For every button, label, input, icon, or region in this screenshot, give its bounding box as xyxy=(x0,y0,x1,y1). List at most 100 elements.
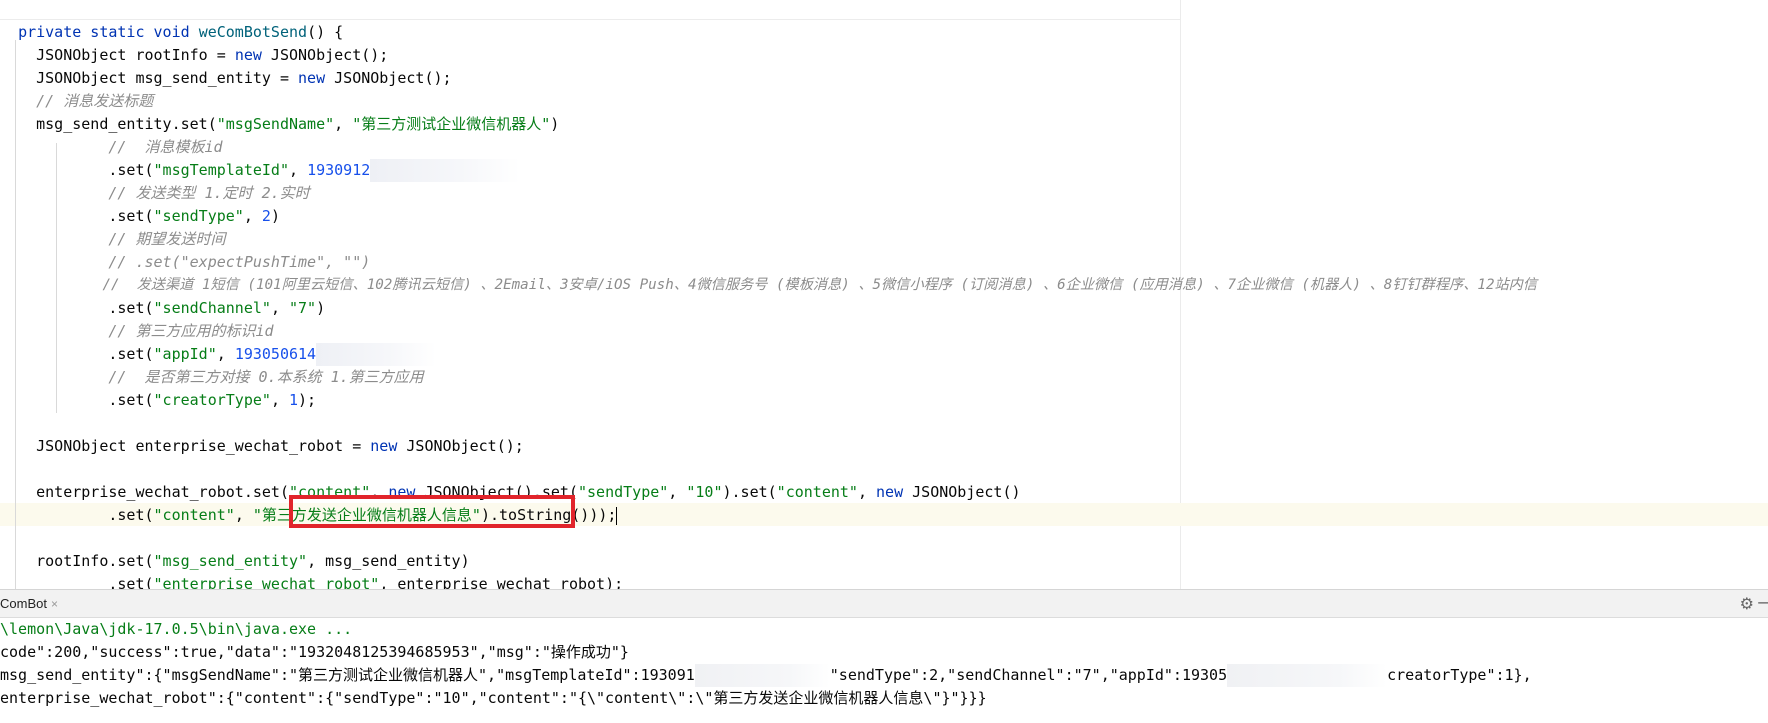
code-comment[interactable]: // 消息模板id xyxy=(0,136,222,159)
string-token: "msg_send_entity" xyxy=(153,552,308,570)
console-output-line: code":200,"success":true,"data":"1932048… xyxy=(0,643,629,661)
keyword-token: private static void xyxy=(18,23,199,41)
string-token: "sendType" xyxy=(153,207,244,225)
console-token: creatorType":1}, xyxy=(1387,666,1532,684)
run-tab-label: ComBot xyxy=(0,596,47,611)
code-token: , xyxy=(270,391,289,409)
code-token: , xyxy=(243,207,262,225)
redacted-value xyxy=(370,159,521,182)
code-comment[interactable]: // .set("expectPushTime", "") xyxy=(0,251,370,274)
code-line[interactable]: .set("msgTemplateId", 1930912 xyxy=(0,159,521,182)
string-token: "appId" xyxy=(153,345,217,363)
code-token: , xyxy=(668,483,687,501)
code-token: .set( xyxy=(0,345,154,363)
close-icon[interactable]: × xyxy=(51,597,58,611)
code-token: () { xyxy=(307,23,344,41)
code-token: .set( xyxy=(0,161,154,179)
code-token: msg_send_entity.set( xyxy=(0,115,217,133)
string-token: "content" xyxy=(776,483,858,501)
code-line[interactable]: rootInfo.set("msg_send_entity", msg_send… xyxy=(0,550,470,573)
code-token: enterprise_wechat_robot.set( xyxy=(0,483,289,501)
string-token: "msgTemplateId" xyxy=(153,161,289,179)
run-tab[interactable]: ComBot × xyxy=(0,590,58,617)
string-token: "sendChannel" xyxy=(153,299,271,317)
code-token: .set( xyxy=(0,299,154,317)
code-comment[interactable]: // 发送渠道 1短信 (101阿里云短信、102腾讯云短信) 、2Email、… xyxy=(0,274,1537,297)
highlight-annotation-box xyxy=(289,495,575,528)
keyword-token: new xyxy=(370,437,398,455)
minus-icon[interactable]: − xyxy=(1757,593,1768,612)
code-token: JSONObject(); xyxy=(397,437,524,455)
code-token: JSONObject enterprise_wechat_robot = xyxy=(0,437,371,455)
string-token: "第三方测试企业微信机器人" xyxy=(352,115,551,133)
code-token: , xyxy=(289,161,308,179)
code-line[interactable]: .set("sendChannel", "7") xyxy=(0,297,325,320)
string-token: "enterprise_wechat_robot" xyxy=(153,575,380,589)
code-token: , msg_send_entity) xyxy=(307,552,470,570)
code-token: ) xyxy=(550,115,560,133)
string-token: "7" xyxy=(289,299,317,317)
code-comment[interactable]: // 发送类型 1.定时 2.实时 xyxy=(0,182,309,205)
number-token: 1930912 xyxy=(307,161,371,179)
code-token: .set( xyxy=(0,575,154,589)
code-token: JSONObject(); xyxy=(325,69,452,87)
code-token: ) xyxy=(270,207,280,225)
code-token: .set( xyxy=(0,391,154,409)
string-token: "content" xyxy=(153,506,235,524)
redacted-value xyxy=(694,664,830,687)
console-output-line: enterprise_wechat_robot":{"content":{"se… xyxy=(0,689,987,707)
code-token: .set( xyxy=(0,207,154,225)
code-comment[interactable]: // 期望发送时间 xyxy=(0,228,225,251)
code-comment[interactable]: // 第三方应用的标识id xyxy=(0,320,273,343)
code-line[interactable]: .set("sendType", 2) xyxy=(0,205,280,228)
code-token: rootInfo.set( xyxy=(0,552,154,570)
code-line[interactable]: msg_send_entity.set("msgSendName", "第三方测… xyxy=(0,113,559,136)
run-panel-header: ComBot × ⚙ − xyxy=(0,590,1768,618)
string-token: "sendType" xyxy=(577,483,669,501)
text-caret xyxy=(616,506,618,525)
code-line[interactable]: .set("creatorType", 1); xyxy=(0,389,316,412)
code-line[interactable]: .set("appId", 193050614 xyxy=(0,343,437,366)
redacted-value xyxy=(316,343,437,366)
string-token: "creatorType" xyxy=(153,391,271,409)
code-line[interactable]: JSONObject msg_send_entity = new JSONObj… xyxy=(0,67,452,90)
string-token: "10" xyxy=(686,483,723,501)
number-token: 193050614 xyxy=(234,345,317,363)
code-line[interactable]: .set("enterprise_wechat_robot", enterpri… xyxy=(0,573,623,589)
code-token: JSONObject() xyxy=(903,483,1021,501)
code-token: ); xyxy=(298,391,317,409)
code-token: , xyxy=(857,483,877,501)
editor-top-separator xyxy=(0,19,1180,20)
keyword-token: new xyxy=(876,483,904,501)
code-token: ).set( xyxy=(722,483,777,501)
code-token: JSONObject msg_send_entity = xyxy=(0,69,299,87)
string-token: "msgSendName" xyxy=(216,115,335,133)
redacted-value xyxy=(1227,664,1388,687)
run-console-panel: ComBot × ⚙ − \lemon\Java\jdk-17.0.5\bin\j… xyxy=(0,589,1768,723)
code-token: , xyxy=(270,299,289,317)
console-token: msg_send_entity":{"msgSendName":"第三方测试企业… xyxy=(0,666,695,684)
console-token: "sendType":2,"sendChannel":"7","appId":1… xyxy=(829,666,1228,684)
code-comment[interactable]: // 消息发送标题 xyxy=(0,90,153,113)
keyword-token: new xyxy=(298,69,326,87)
code-line[interactable]: private static void weComBotSend() { xyxy=(0,21,343,44)
code-token: , xyxy=(216,345,235,363)
code-token: , xyxy=(234,506,253,524)
number-token: 1 xyxy=(289,391,299,409)
keyword-token: new xyxy=(234,46,262,64)
code-token: ) xyxy=(316,299,326,317)
code-token: JSONObject(); xyxy=(261,46,389,64)
console-output-line: msg_send_entity":{"msgSendName":"第三方测试企业… xyxy=(0,664,1532,687)
code-line[interactable]: JSONObject enterprise_wechat_robot = new… xyxy=(0,435,524,458)
code-token: JSONObject rootInfo = xyxy=(0,46,235,64)
code-editor[interactable]: private static void weComBotSend() { JSO… xyxy=(0,0,1768,589)
code-token: , xyxy=(334,115,353,133)
gear-icon[interactable]: ⚙ xyxy=(1740,594,1754,613)
code-token: , enterprise_wechat_robot); xyxy=(379,575,624,589)
console-command-line: \lemon\Java\jdk-17.0.5\bin\java.exe ... xyxy=(0,620,353,638)
number-token: 2 xyxy=(261,207,271,225)
method-name: weComBotSend xyxy=(198,23,308,41)
code-token: .set( xyxy=(0,506,154,524)
code-comment[interactable]: // 是否第三方对接 0.本系统 1.第三方应用 xyxy=(0,366,423,389)
code-line[interactable]: JSONObject rootInfo = new JSONObject(); xyxy=(0,44,388,67)
